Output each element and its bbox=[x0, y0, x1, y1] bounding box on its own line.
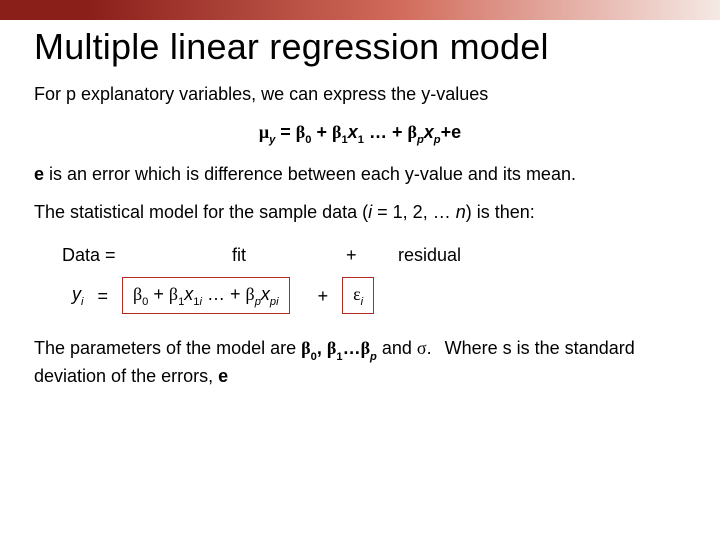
label-plus: + bbox=[346, 243, 376, 267]
intro-text: For p explanatory variables, we can expr… bbox=[34, 82, 686, 106]
parameters-text: The parameters of the model are β0, β1…β… bbox=[34, 336, 686, 388]
statistical-model-intro: The statistical model for the sample dat… bbox=[34, 200, 686, 224]
slide-title: Multiple linear regression model bbox=[34, 26, 720, 68]
label-data: Data = bbox=[62, 243, 132, 267]
slide: Multiple linear regression model For p e… bbox=[0, 0, 720, 540]
residual-box: εi bbox=[342, 277, 374, 315]
plus-sign: + bbox=[318, 284, 329, 308]
population-equation: μy = β0 + β1x1 … + βpxp+e bbox=[34, 120, 686, 148]
slide-body: For p explanatory variables, we can expr… bbox=[34, 82, 686, 388]
yi: yi bbox=[72, 282, 83, 310]
label-residual: residual bbox=[398, 243, 461, 267]
error-definition: e is an error which is difference betwee… bbox=[34, 162, 686, 186]
data-fit-residual-labels: Data = fit + residual bbox=[62, 243, 686, 267]
equals-sign: = bbox=[97, 284, 108, 308]
label-fit: fit bbox=[154, 243, 324, 267]
fit-box: β0 + β1x1i … + βpxpi bbox=[122, 277, 290, 315]
sample-equation: yi = β0 + β1x1i … + βpxpi + εi bbox=[72, 277, 686, 315]
top-bar bbox=[0, 0, 720, 20]
